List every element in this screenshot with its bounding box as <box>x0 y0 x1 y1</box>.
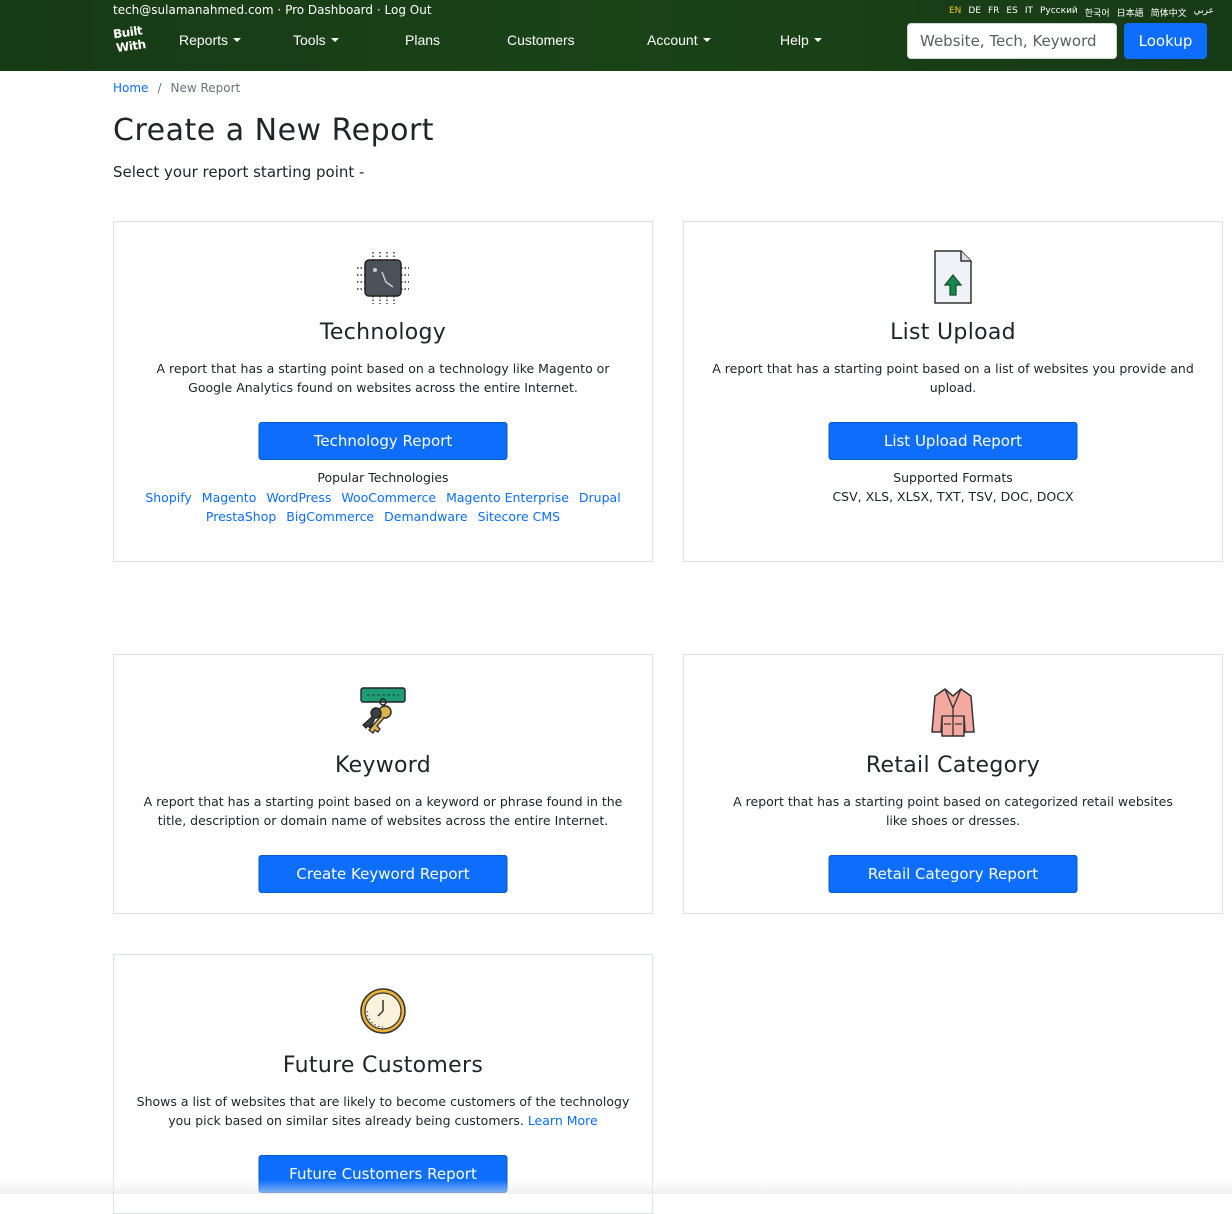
bathrobe-icon <box>931 688 975 737</box>
nav-account-label: Account <box>647 32 698 48</box>
lang-zh[interactable]: 简体中文 <box>1151 6 1187 19</box>
chip-icon <box>357 252 409 304</box>
language-switcher: EN DE FR ES IT Русский 한국어 日本語 简体中文 عربي <box>949 6 1214 19</box>
user-links: tech@sulamanahmed.com · Pro Dashboard · … <box>113 3 432 17</box>
breadcrumb-current: New Report <box>170 81 241 95</box>
lookup-button[interactable]: Lookup <box>1124 23 1207 59</box>
learn-more-link[interactable]: Learn More <box>528 1113 598 1128</box>
caret-down-icon <box>813 38 822 42</box>
tech-link-magento-enterprise[interactable]: Magento Enterprise <box>446 490 569 505</box>
breadcrumb-home[interactable]: Home <box>113 81 148 95</box>
nav-tools-label: Tools <box>293 32 326 48</box>
lang-en[interactable]: EN <box>949 6 961 19</box>
separator: · <box>277 3 282 17</box>
supported-formats-label: Supported Formats <box>893 470 1013 485</box>
tech-link-sitecore-cms[interactable]: Sitecore CMS <box>478 509 561 524</box>
retail-category-report-button[interactable]: Retail Category Report <box>828 855 1078 893</box>
nav-account[interactable]: Account <box>647 32 711 48</box>
caret-down-icon <box>233 38 242 42</box>
card-description: A report that has a starting point based… <box>156 361 610 395</box>
card-description: A report that has a starting point based… <box>143 794 623 828</box>
nav-customers[interactable]: Customers <box>507 32 575 48</box>
card-description: Shows a list of websites that are likely… <box>134 1092 632 1130</box>
tech-link-woocommerce[interactable]: WooCommerce <box>341 490 436 505</box>
card-title: Technology <box>319 320 447 345</box>
future-customers-card: Future Customers Shows a list of website… <box>113 954 653 1214</box>
technology-card: Technology A report that has a starting … <box>113 221 653 562</box>
tech-link-bigcommerce[interactable]: BigCommerce <box>286 509 374 524</box>
page-title: Create a New Report <box>113 113 435 148</box>
top-navbar: tech@sulamanahmed.com · Pro Dashboard · … <box>0 0 1232 71</box>
card-description: A report that has a starting point based… <box>712 361 1194 395</box>
separator: · <box>376 3 381 17</box>
lang-ko[interactable]: 한국어 <box>1085 6 1110 19</box>
keyword-card: Keyword A report that has a starting poi… <box>113 654 653 914</box>
tech-link-wordpress[interactable]: WordPress <box>266 490 331 505</box>
popular-technologies-list: Shopify Magento WordPress WooCommerce Ma… <box>134 488 632 526</box>
lang-fr[interactable]: FR <box>988 6 999 19</box>
card-title: Retail Category <box>865 753 1041 778</box>
builtwith-logo[interactable]: Built With <box>112 23 147 56</box>
card-title: List Upload <box>890 320 1016 345</box>
pro-dashboard-link[interactable]: Pro Dashboard <box>285 3 373 17</box>
create-keyword-report-button[interactable]: Create Keyword Report <box>258 855 508 893</box>
nav-plans[interactable]: Plans <box>405 32 440 48</box>
tech-link-prestashop[interactable]: PrestaShop <box>206 509 276 524</box>
technology-report-button[interactable]: Technology Report <box>258 422 508 460</box>
nav-help[interactable]: Help <box>780 32 822 48</box>
nav-help-label: Help <box>780 32 809 48</box>
search-input[interactable] <box>907 23 1117 59</box>
scroll-shadow <box>0 1180 1232 1194</box>
breadcrumb: Home / New Report <box>113 81 240 95</box>
nav-reports-label: Reports <box>179 32 229 48</box>
card-title: Keyword <box>334 753 432 778</box>
tech-link-drupal[interactable]: Drupal <box>579 490 621 505</box>
lang-ru[interactable]: Русский <box>1040 6 1078 19</box>
user-email[interactable]: tech@sulamanahmed.com <box>113 3 274 17</box>
lang-ja[interactable]: 日本語 <box>1117 6 1144 19</box>
keys-icon <box>360 687 406 734</box>
tech-link-shopify[interactable]: Shopify <box>145 490 192 505</box>
page-subtitle: Select your report starting point - <box>113 163 365 181</box>
retail-category-card: Retail Category A report that has a star… <box>683 654 1223 914</box>
supported-formats-list: CSV, XLS, XLSX, TXT, TSV, DOC, DOCX <box>832 489 1074 504</box>
lang-de[interactable]: DE <box>968 6 981 19</box>
list-upload-report-button[interactable]: List Upload Report <box>828 422 1078 460</box>
tech-link-magento[interactable]: Magento <box>202 490 257 505</box>
lang-it[interactable]: IT <box>1025 6 1033 19</box>
nav-reports[interactable]: Reports <box>179 32 242 48</box>
popular-technologies-label: Popular Technologies <box>317 470 449 485</box>
nav-tools[interactable]: Tools <box>293 32 339 48</box>
file-upload-icon <box>934 250 972 304</box>
list-upload-card: List Upload A report that has a starting… <box>683 221 1223 562</box>
card-description: A report that has a starting point based… <box>733 794 1173 828</box>
clock-icon <box>360 988 406 1034</box>
tech-link-demandware[interactable]: Demandware <box>384 509 467 524</box>
card-title: Future Customers <box>282 1053 484 1078</box>
caret-down-icon <box>702 38 711 42</box>
logo-text-bottom: With <box>115 37 147 56</box>
lang-es[interactable]: ES <box>1006 6 1017 19</box>
breadcrumb-separator: / <box>157 81 162 95</box>
caret-down-icon <box>330 38 339 42</box>
logout-link[interactable]: Log Out <box>385 3 432 17</box>
lang-ar[interactable]: عربي <box>1194 6 1214 19</box>
